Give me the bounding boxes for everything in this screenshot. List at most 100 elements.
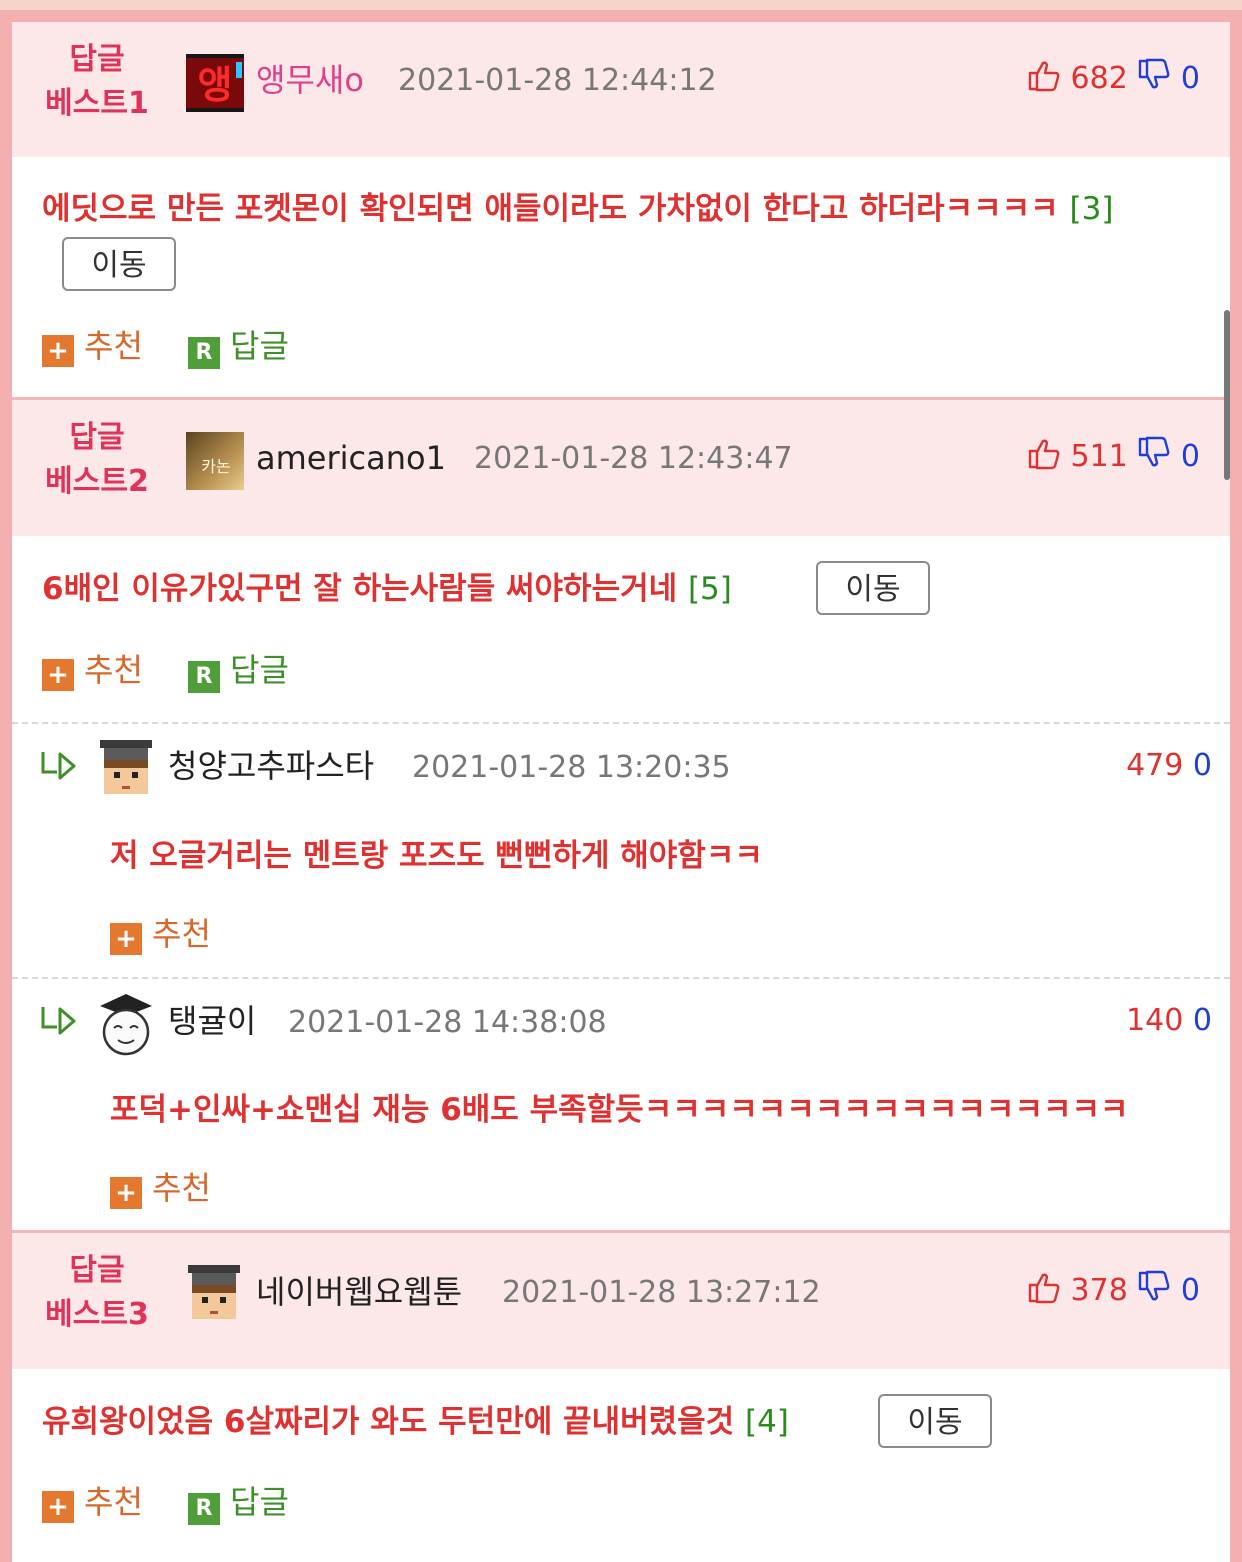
plus-icon: + <box>42 1491 74 1523</box>
r-reply-icon: R <box>188 337 220 369</box>
comment-body: 유희왕이었음 6살짜리가 와도 두턴만에 끝내버렸을것 <box>42 1404 735 1440</box>
plus-icon: + <box>42 335 74 367</box>
best-comment-header: 답글 베스트1 앵 앵무새o 2021-01-28 12:44:12 682 0 <box>12 22 1230 157</box>
best-badge: 답글 베스트2 <box>42 416 152 504</box>
reply-text: 저 오글거리는 멘트랑 포즈도 뻔뻔하게 해야함ㅋㅋ <box>110 838 763 874</box>
reply-button[interactable]: R 답글 <box>188 650 289 693</box>
plus-icon: + <box>110 1177 142 1209</box>
recommend-button[interactable]: + 추천 <box>42 1482 143 1523</box>
move-button[interactable]: 이동 <box>62 237 176 291</box>
thumbs-down-icon[interactable] <box>1137 1270 1171 1315</box>
badge-line2: 베스트1 <box>45 86 149 121</box>
nickname[interactable]: 네이버웹요웹툰 <box>256 1272 462 1312</box>
vote-box: 511 0 <box>1027 436 1200 481</box>
upvote-count[interactable]: 479 <box>1126 748 1183 783</box>
downvote-count: 0 <box>1180 1273 1200 1308</box>
comment-body: 에딧으로 만든 포켓몬이 확인되면 애들이라도 가차없이 한다고 하더라ㅋㅋㅋㅋ <box>42 191 1059 227</box>
reply-label: 답글 <box>230 1483 289 1521</box>
downvote-count: 0 <box>1180 439 1200 474</box>
recommend-label: 추천 <box>152 915 211 953</box>
avatar-image: 앵 <box>186 54 244 112</box>
downvote-count[interactable]: 0 <box>1193 748 1212 783</box>
thumbs-down-icon[interactable] <box>1137 58 1171 103</box>
divider <box>12 977 1230 979</box>
badge-line2: 베스트2 <box>45 464 149 499</box>
badge-line1: 답글 <box>69 420 125 455</box>
timestamp: 2021-01-28 12:43:47 <box>474 441 793 476</box>
thumbs-down-icon[interactable] <box>1137 436 1171 481</box>
thumbs-up-icon[interactable] <box>1027 58 1061 103</box>
vote-box: 479 0 <box>1126 746 1212 786</box>
nickname[interactable]: americano1 <box>256 438 446 478</box>
avatar[interactable]: 카논 <box>186 432 244 490</box>
vote-box: 140 0 <box>1126 1001 1212 1041</box>
avatar[interactable] <box>96 740 156 800</box>
avatar-image: 카논 <box>186 432 244 490</box>
reply-arrow-icon <box>40 1005 78 1037</box>
recommend-label: 추천 <box>152 1169 211 1207</box>
recommend-button[interactable]: + 추천 <box>110 1168 211 1209</box>
reply-count[interactable]: [4] <box>745 1404 789 1440</box>
timestamp: 2021-01-28 12:44:12 <box>398 63 717 98</box>
avatar[interactable] <box>96 994 156 1056</box>
badge-line2: 베스트3 <box>45 1297 149 1332</box>
move-button[interactable]: 이동 <box>816 561 930 615</box>
best-badge: 답글 베스트3 <box>42 1249 152 1337</box>
avatar-text: 앵 <box>198 63 233 107</box>
reply-count[interactable]: [3] <box>1070 191 1114 227</box>
reply-button[interactable]: R 답글 <box>188 326 289 369</box>
nickname[interactable]: 앵무새o <box>256 60 364 100</box>
divider <box>12 722 1230 724</box>
reply-text: 포덕+인싸+쇼맨십 재능 6배도 부족할듯ㅋㅋㅋㅋㅋㅋㅋㅋㅋㅋㅋㅋㅋㅋㅋㅋㅋ <box>110 1092 1129 1128</box>
reply-label: 답글 <box>230 327 289 365</box>
comment-text: 유희왕이었음 6살짜리가 와도 두턴만에 끝내버렸을것 [4] <box>42 1400 789 1444</box>
upvote-count[interactable]: 140 <box>1126 1003 1183 1038</box>
comment-text: 6배인 이유가있구먼 잘 하는사람들 써야하는거네 [5] <box>42 567 732 611</box>
thumbs-up-icon[interactable] <box>1027 436 1061 481</box>
nickname[interactable]: 탱귤이 <box>168 1001 256 1041</box>
avatar-image <box>100 740 152 794</box>
reply-arrow-icon <box>40 750 78 782</box>
recommend-button[interactable]: + 추천 <box>42 650 143 691</box>
nickname[interactable]: 청양고추파스타 <box>168 746 374 786</box>
recommend-label: 추천 <box>84 327 143 365</box>
plus-icon: + <box>42 659 74 691</box>
avatar-image <box>100 994 152 1056</box>
comment-body: 6배인 이유가있구먼 잘 하는사람들 써야하는거네 <box>42 571 678 607</box>
r-reply-icon: R <box>188 1493 220 1525</box>
recommend-label: 추천 <box>84 651 143 689</box>
upvote-count: 378 <box>1070 1273 1128 1308</box>
timestamp: 2021-01-28 13:27:12 <box>502 1275 821 1310</box>
recommend-button[interactable]: + 추천 <box>110 914 211 955</box>
reply-button[interactable]: R 답글 <box>188 1482 289 1525</box>
top-border <box>0 0 1242 10</box>
thumbs-up-icon[interactable] <box>1027 1270 1061 1315</box>
vote-box: 378 0 <box>1027 1270 1200 1315</box>
avatar-image <box>188 1265 240 1319</box>
best-badge: 답글 베스트1 <box>42 38 152 126</box>
avatar[interactable]: 앵 <box>186 54 244 112</box>
avatar-text: 카논 <box>201 457 230 476</box>
timestamp: 2021-01-28 14:38:08 <box>288 1005 607 1040</box>
upvote-count: 511 <box>1070 439 1128 474</box>
reply-label: 답글 <box>230 651 289 689</box>
plus-icon: + <box>110 923 142 955</box>
recommend-button[interactable]: + 추천 <box>42 326 143 367</box>
downvote-count: 0 <box>1180 61 1200 96</box>
scrollbar[interactable] <box>1224 310 1230 480</box>
r-reply-icon: R <box>188 661 220 693</box>
downvote-count[interactable]: 0 <box>1193 1003 1212 1038</box>
badge-line1: 답글 <box>69 42 125 77</box>
comment-list: 답글 베스트1 앵 앵무새o 2021-01-28 12:44:12 682 0… <box>12 22 1230 1562</box>
best-comment-header: 답글 베스트2 카논 americano1 2021-01-28 12:43:4… <box>12 400 1230 536</box>
badge-line1: 답글 <box>69 1253 125 1288</box>
reply-count[interactable]: [5] <box>688 571 732 607</box>
vote-box: 682 0 <box>1027 58 1200 103</box>
comment-text: 에딧으로 만든 포켓몬이 확인되면 애들이라도 가차없이 한다고 하더라ㅋㅋㅋㅋ… <box>42 187 1113 231</box>
best-comment-header: 답글 베스트3 네이버웹요웹툰 2021-01-28 13:27:12 378 <box>12 1233 1230 1369</box>
move-button[interactable]: 이동 <box>878 1394 992 1448</box>
avatar[interactable] <box>184 1265 244 1325</box>
recommend-label: 추천 <box>84 1483 143 1521</box>
timestamp: 2021-01-28 13:20:35 <box>412 750 731 785</box>
upvote-count: 682 <box>1070 61 1128 96</box>
